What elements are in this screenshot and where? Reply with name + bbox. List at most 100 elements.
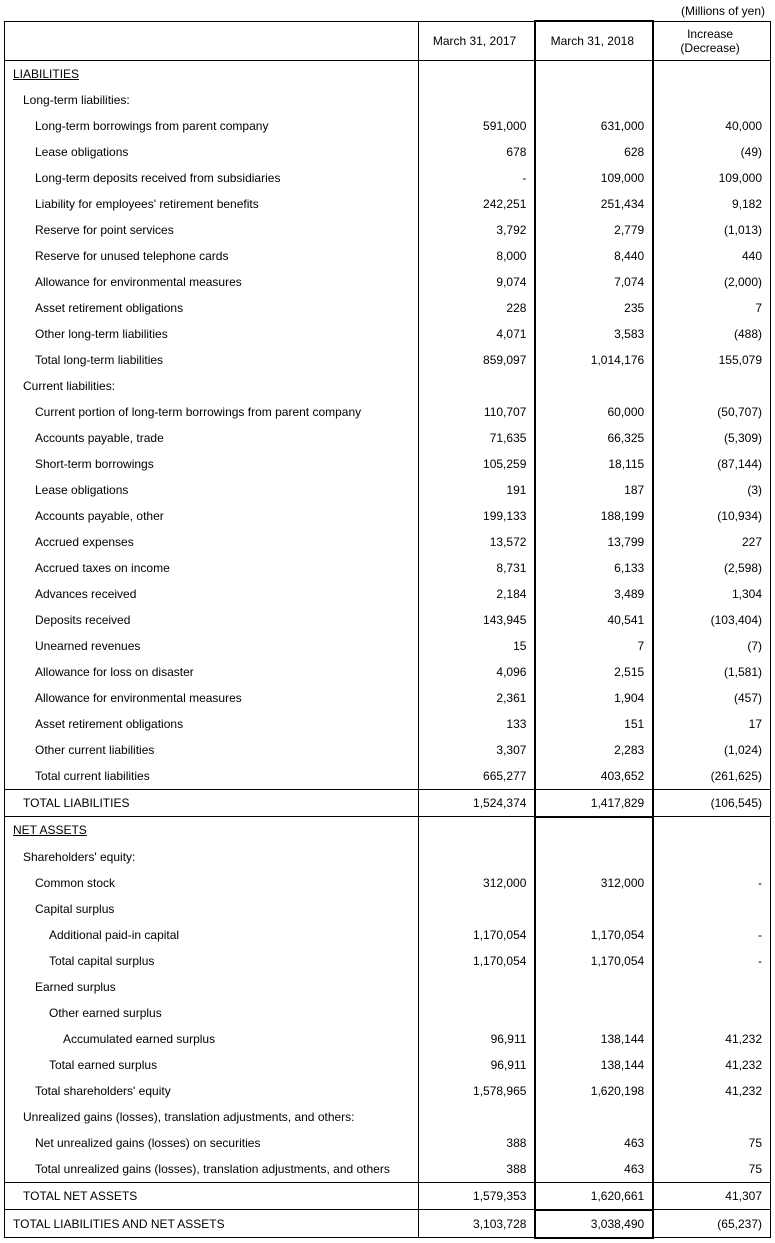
table-row: TOTAL LIABILITIES1,524,3741,417,829(106,… (5, 789, 771, 817)
value-2018 (535, 60, 653, 87)
table-row: Capital surplus (5, 896, 771, 922)
row-label: Allowance for environmental measures (5, 269, 419, 295)
value-2018: 1,170,054 (535, 948, 653, 974)
value-2018: 60,000 (535, 399, 653, 425)
value-change: (1,013) (653, 217, 770, 243)
row-label: Liability for employees' retirement bene… (5, 191, 419, 217)
value-2018: 7 (535, 633, 653, 659)
value-2018 (535, 844, 653, 870)
row-label: Asset retirement obligations (5, 711, 419, 737)
table-row: LIABILITIES (5, 60, 771, 87)
value-2017: 13,572 (418, 529, 535, 555)
value-2018: 18,115 (535, 451, 653, 477)
table-row: Lease obligations678628(49) (5, 139, 771, 165)
header-col2: March 31, 2018 (535, 21, 653, 60)
table-row: Earned surplus (5, 974, 771, 1000)
value-2018 (535, 1104, 653, 1130)
row-label: Total current liabilities (5, 763, 419, 790)
value-2017: 1,170,054 (418, 948, 535, 974)
value-change: (3) (653, 477, 770, 503)
value-2017: 3,307 (418, 737, 535, 763)
value-change: (49) (653, 139, 770, 165)
value-2018: 463 (535, 1156, 653, 1183)
balance-sheet-table: March 31, 2017 March 31, 2018 Increase (… (4, 20, 771, 1239)
value-2018 (535, 974, 653, 1000)
value-2017: 105,259 (418, 451, 535, 477)
value-2017 (418, 60, 535, 87)
table-row: Additional paid-in capital1,170,0541,170… (5, 922, 771, 948)
value-2018: 7,074 (535, 269, 653, 295)
row-label: Long-term deposits received from subsidi… (5, 165, 419, 191)
value-2018: 1,904 (535, 685, 653, 711)
row-label: Capital surplus (5, 896, 419, 922)
table-row: Accounts payable, trade71,63566,325(5,30… (5, 425, 771, 451)
header-row: March 31, 2017 March 31, 2018 Increase (… (5, 21, 771, 60)
value-change: - (653, 922, 770, 948)
header-col3-line1: Increase (687, 27, 733, 41)
table-row: Accrued taxes on income8,7316,133(2,598) (5, 555, 771, 581)
value-2017: 665,277 (418, 763, 535, 790)
row-label: Long-term liabilities: (5, 87, 419, 113)
value-2018: 1,170,054 (535, 922, 653, 948)
value-2017: 388 (418, 1130, 535, 1156)
value-change: 227 (653, 529, 770, 555)
value-2017: 1,578,965 (418, 1078, 535, 1104)
value-2017: 191 (418, 477, 535, 503)
value-2018: 188,199 (535, 503, 653, 529)
value-2017: 312,000 (418, 870, 535, 896)
table-row: Reserve for unused telephone cards8,0008… (5, 243, 771, 269)
row-label: Other earned surplus (5, 1000, 419, 1026)
table-row: Net unrealized gains (losses) on securit… (5, 1130, 771, 1156)
value-2017: 591,000 (418, 113, 535, 139)
row-label: Unrealized gains (losses), translation a… (5, 1104, 419, 1130)
value-change (653, 844, 770, 870)
value-change: 17 (653, 711, 770, 737)
value-change (653, 60, 770, 87)
table-row: Total shareholders' equity1,578,9651,620… (5, 1078, 771, 1104)
value-change: (87,144) (653, 451, 770, 477)
table-row: Liability for employees' retirement bene… (5, 191, 771, 217)
value-2018: 2,283 (535, 737, 653, 763)
value-change (653, 1000, 770, 1026)
row-label: Accrued expenses (5, 529, 419, 555)
row-label: LIABILITIES (5, 60, 419, 87)
value-change: 40,000 (653, 113, 770, 139)
table-row: Reserve for point services3,7922,779(1,0… (5, 217, 771, 243)
table-row: Accrued expenses13,57213,799227 (5, 529, 771, 555)
value-change: - (653, 870, 770, 896)
value-2018 (535, 87, 653, 113)
value-2018: 1,620,198 (535, 1078, 653, 1104)
table-row: Advances received2,1843,4891,304 (5, 581, 771, 607)
value-change: (2,598) (653, 555, 770, 581)
row-label: Lease obligations (5, 139, 419, 165)
value-2018 (535, 817, 653, 844)
value-2018: 3,489 (535, 581, 653, 607)
value-2017: 96,911 (418, 1026, 535, 1052)
row-label: Reserve for point services (5, 217, 419, 243)
row-label: Total shareholders' equity (5, 1078, 419, 1104)
table-row: Long-term borrowings from parent company… (5, 113, 771, 139)
value-2017: 678 (418, 139, 535, 165)
row-label: TOTAL LIABILITIES AND NET ASSETS (5, 1210, 419, 1238)
value-2017: 2,361 (418, 685, 535, 711)
table-row: Deposits received143,94540,541(103,404) (5, 607, 771, 633)
value-change: (7) (653, 633, 770, 659)
row-label: Allowance for loss on disaster (5, 659, 419, 685)
value-2017: 8,000 (418, 243, 535, 269)
table-row: Current portion of long-term borrowings … (5, 399, 771, 425)
value-2018: 40,541 (535, 607, 653, 633)
value-change: 7 (653, 295, 770, 321)
value-change: (106,545) (653, 789, 770, 817)
table-row: Long-term liabilities: (5, 87, 771, 113)
value-change: (488) (653, 321, 770, 347)
value-change: (261,625) (653, 763, 770, 790)
value-change (653, 1104, 770, 1130)
row-label: Short-term borrowings (5, 451, 419, 477)
value-2017: - (418, 165, 535, 191)
row-label: Current liabilities: (5, 373, 419, 399)
table-row: Total capital surplus1,170,0541,170,054- (5, 948, 771, 974)
row-label: Lease obligations (5, 477, 419, 503)
table-row: NET ASSETS (5, 817, 771, 844)
table-row: Unearned revenues157(7) (5, 633, 771, 659)
value-2017: 96,911 (418, 1052, 535, 1078)
